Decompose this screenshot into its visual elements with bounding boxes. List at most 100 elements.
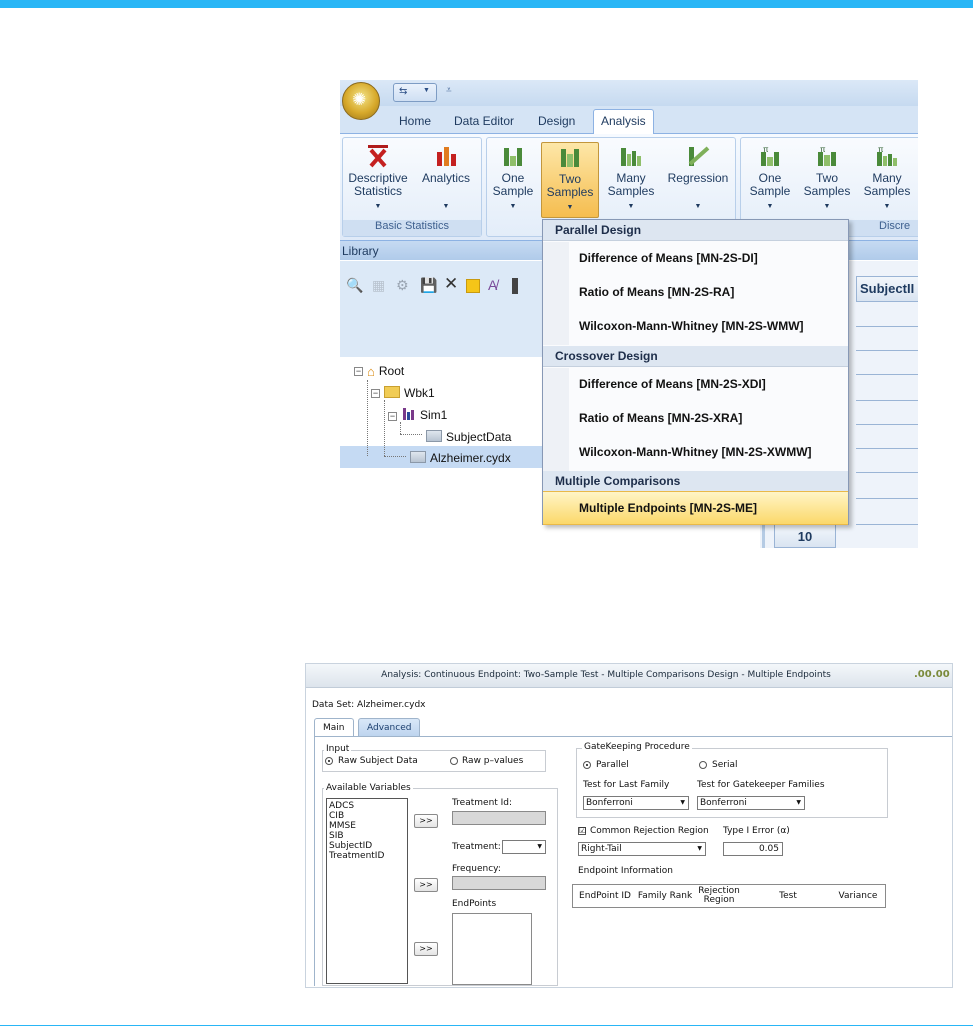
common-rejection-label: Common Rejection Region xyxy=(590,826,709,836)
tree-node-workbook[interactable]: Wbk1 xyxy=(384,384,435,402)
many-samples-label-1: Many xyxy=(616,171,646,185)
format-icon[interactable]: A̸ xyxy=(488,277,497,293)
tree-line xyxy=(367,380,368,456)
column-header-rejection-region[interactable]: Rejection Region xyxy=(693,885,745,907)
column-header-variance[interactable]: Variance xyxy=(831,885,885,907)
collapse-simulation-icon[interactable]: − xyxy=(388,412,397,421)
many-samples-icon xyxy=(619,144,643,168)
tree-line xyxy=(400,422,401,434)
top-accent-bar xyxy=(0,0,973,8)
menu-item-multiple-endpoints[interactable]: Multiple Endpoints [MN-2S-ME] xyxy=(543,491,848,525)
discrete-one-sample-button[interactable]: π One Sample ▼ xyxy=(745,142,795,218)
discrete-two-label-1: Two xyxy=(815,171,838,185)
orb-logo-icon: ✺ xyxy=(352,90,367,109)
edit-icon[interactable]: ▦ xyxy=(372,277,385,294)
tree-node-simulation[interactable]: Sim1 xyxy=(402,406,447,424)
available-variables-list[interactable]: ADCS CIB MMSE SIB SubjectID TreatmentID xyxy=(326,798,408,984)
analytics-label: Analytics xyxy=(421,171,471,185)
collapse-root-icon[interactable]: − xyxy=(354,367,363,376)
raw-subject-data-radio[interactable] xyxy=(325,757,333,765)
tab-analysis[interactable]: Analysis xyxy=(593,109,654,135)
grid-line xyxy=(856,472,918,473)
treatment-select[interactable]: ▼ xyxy=(502,840,546,854)
test-last-family-select[interactable]: Bonferroni ▼ xyxy=(583,796,689,810)
raw-subject-data-label: Raw Subject Data xyxy=(338,756,418,766)
descriptive-statistics-button[interactable]: Descriptive Statistics ▼ xyxy=(345,142,411,218)
two-samples-label-2: Samples xyxy=(546,185,594,199)
many-samples-button[interactable]: Many Samples ▼ xyxy=(603,142,659,218)
tree-line xyxy=(384,456,406,457)
column-header-endpoint-id[interactable]: EndPoint ID xyxy=(573,885,637,907)
analysis-dialog: Analysis: Continuous Endpoint: Two-Sampl… xyxy=(305,663,953,988)
regression-button[interactable]: Regression ▼ xyxy=(663,142,733,218)
table-icon xyxy=(410,451,426,463)
tab-design[interactable]: Design xyxy=(538,114,575,128)
menu-item-parallel-ratio-means[interactable]: Ratio of Means [MN-2S-RA] xyxy=(543,276,848,310)
dialog-title-bar: Analysis: Continuous Endpoint: Two-Sampl… xyxy=(306,664,952,688)
tab-home[interactable]: Home xyxy=(399,114,431,128)
one-sample-label-2: Sample xyxy=(492,184,534,198)
frequency-field[interactable] xyxy=(452,876,546,890)
tree-node-subject-data[interactable]: SubjectData xyxy=(426,428,511,446)
menu-item-parallel-diff-means[interactable]: Difference of Means [MN-2S-DI] xyxy=(543,242,848,276)
common-rejection-checkbox[interactable]: ☑ xyxy=(578,827,586,835)
one-sample-icon xyxy=(501,144,525,168)
move-to-frequency-button[interactable]: >> xyxy=(414,878,438,892)
menu-item-crossover-wmw[interactable]: Wilcoxon-Mann-Whitney [MN-2S-XWMW] xyxy=(543,436,848,470)
tab-advanced[interactable]: Advanced xyxy=(358,718,421,737)
application-orb-button[interactable]: ✺ xyxy=(342,82,380,120)
home-icon: ⌂ xyxy=(367,364,375,379)
endpoints-list[interactable] xyxy=(452,913,532,985)
note-icon[interactable] xyxy=(466,279,480,293)
column-header-test[interactable]: Test xyxy=(745,885,831,907)
decimal-decrease-icon[interactable]: .00 xyxy=(932,669,950,680)
search-icon[interactable]: 🔍 xyxy=(346,277,363,294)
tab-main[interactable]: Main xyxy=(314,718,354,737)
discrete-many-samples-button[interactable]: π Many Samples ▼ xyxy=(859,142,915,218)
analytics-button[interactable]: Analytics ▼ xyxy=(417,142,475,218)
list-item[interactable]: TreatmentID xyxy=(327,851,407,861)
raw-pvalues-radio[interactable] xyxy=(450,757,458,765)
list-item[interactable]: SubjectID xyxy=(327,841,407,851)
type1-error-input[interactable]: 0.05 xyxy=(723,842,783,856)
discrete-two-samples-button[interactable]: π Two Samples ▼ xyxy=(799,142,855,218)
list-item[interactable]: ADCS xyxy=(327,801,407,811)
list-item[interactable]: MMSE xyxy=(327,821,407,831)
customize-qat-icon[interactable]: ⩡ xyxy=(446,85,452,96)
parallel-radio[interactable] xyxy=(583,761,591,769)
group-caption-basic-statistics: Basic Statistics xyxy=(343,220,481,236)
move-to-treatment-id-button[interactable]: >> xyxy=(414,814,438,828)
save-icon[interactable]: 💾 xyxy=(420,277,437,294)
tree-label-root: Root xyxy=(378,364,405,378)
quick-access-toolbar[interactable]: ⇆ ▼ xyxy=(393,83,437,102)
more-icon[interactable] xyxy=(512,278,518,294)
grid-column-header[interactable]: SubjectII xyxy=(856,276,918,302)
decimal-increase-icon[interactable]: .00 xyxy=(914,669,932,680)
grid-row-header[interactable]: 10 xyxy=(774,524,836,548)
test-gatekeeper-select[interactable]: Bonferroni ▼ xyxy=(697,796,805,810)
serial-radio[interactable] xyxy=(699,761,707,769)
available-variables-legend: Available Variables xyxy=(324,783,413,793)
menu-header-crossover: Crossover Design xyxy=(543,346,848,367)
one-sample-button[interactable]: One Sample ▼ xyxy=(489,142,537,218)
menu-item-crossover-diff-means[interactable]: Difference of Means [MN-2S-XDI] xyxy=(543,368,848,402)
gear-icon[interactable]: ⚙ xyxy=(396,277,409,294)
tab-data-editor[interactable]: Data Editor xyxy=(454,114,514,128)
column-header-family-rank[interactable]: Family Rank xyxy=(637,885,693,907)
table-icon xyxy=(426,430,442,442)
treatment-id-field[interactable] xyxy=(452,811,546,825)
move-to-endpoints-button[interactable]: >> xyxy=(414,942,438,956)
chevron-down-icon: ▼ xyxy=(697,845,702,852)
list-item[interactable]: SIB xyxy=(327,831,407,841)
two-samples-button[interactable]: Two Samples ▼ xyxy=(541,142,599,218)
collapse-workbook-icon[interactable]: − xyxy=(371,389,380,398)
menu-item-crossover-ratio-means[interactable]: Ratio of Means [MN-2S-XRA] xyxy=(543,402,848,436)
rejection-region-select[interactable]: Right-Tail ▼ xyxy=(578,842,706,856)
list-item[interactable]: CIB xyxy=(327,811,407,821)
frequency-label: Frequency: xyxy=(452,864,501,874)
tree-node-dataset[interactable]: Alzheimer.cydx xyxy=(410,449,511,467)
chevron-down-icon: ▼ xyxy=(566,204,574,211)
close-icon[interactable]: ✕ xyxy=(444,274,458,294)
menu-item-parallel-wmw[interactable]: Wilcoxon-Mann-Whitney [MN-2S-WMW] xyxy=(543,310,848,344)
tree-node-root[interactable]: ⌂ Root xyxy=(367,362,404,380)
